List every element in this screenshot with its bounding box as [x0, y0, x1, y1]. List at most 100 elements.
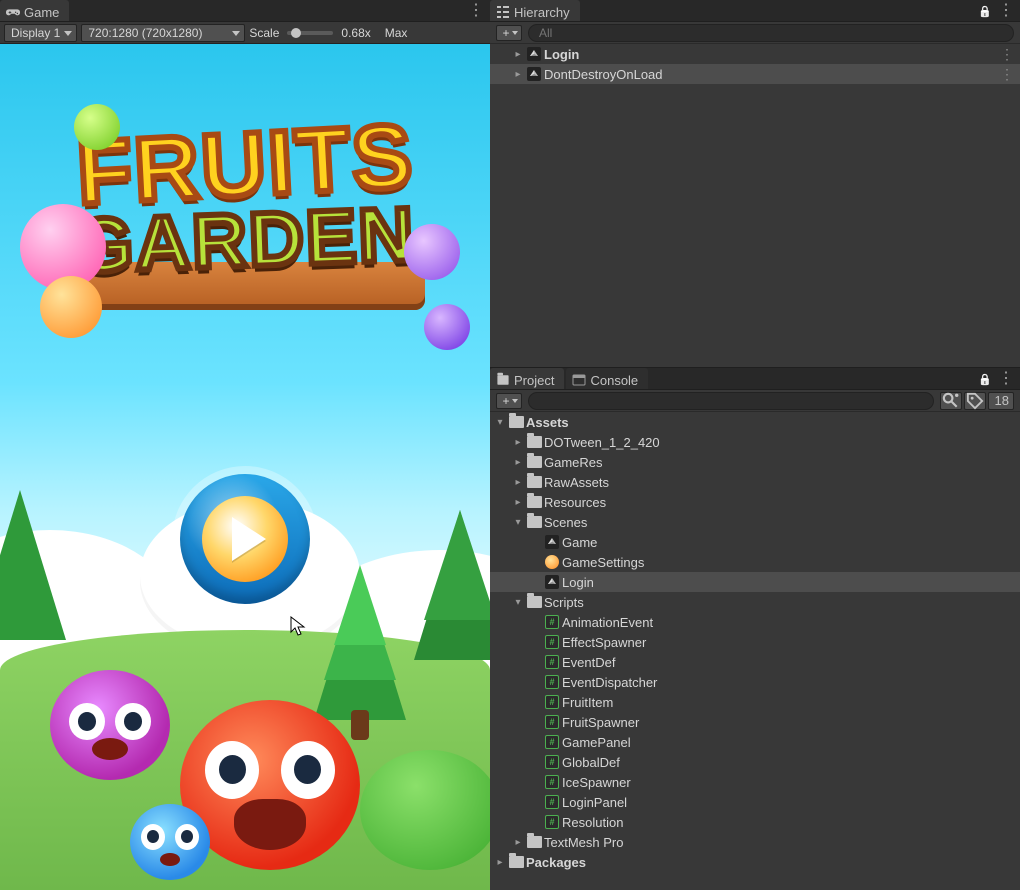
hidden-items-button[interactable]: 18 [988, 392, 1014, 410]
project-item-script[interactable]: EffectSpawner [490, 632, 1020, 652]
project-item-script[interactable]: IceSpawner [490, 772, 1020, 792]
project-item-script[interactable]: LoginPanel [490, 792, 1020, 812]
project-panel-menu-icon[interactable]: ⋮ [998, 371, 1014, 387]
tab-console-label: Console [590, 373, 638, 388]
folder-icon [527, 436, 542, 448]
tree-right [410, 460, 490, 680]
project-item-packages[interactable]: Packages [490, 852, 1020, 872]
folder-icon [527, 516, 542, 528]
character-blueberry [130, 804, 210, 880]
project-item-label: Scripts [544, 595, 584, 610]
project-item-script[interactable]: EventDef [490, 652, 1020, 672]
folder-icon [527, 496, 542, 508]
logo-fruit-purple2 [424, 304, 470, 350]
scale-slider[interactable] [287, 31, 333, 35]
scene-icon [545, 575, 559, 589]
game-panel-menu-icon[interactable]: ⋮ [468, 3, 484, 19]
tab-hierarchy[interactable]: Hierarchy [490, 0, 580, 21]
item-menu-icon[interactable]: ⋮ [1000, 46, 1014, 63]
project-tabbar: Project Console ⋮ [490, 368, 1020, 390]
cursor-icon [290, 616, 306, 636]
project-item-script[interactable]: FruitItem [490, 692, 1020, 712]
csharp-icon [545, 795, 559, 809]
project-item-scene-game[interactable]: Game [490, 532, 1020, 552]
csharp-icon [545, 695, 559, 709]
scene-icon [527, 67, 541, 81]
play-button[interactable] [180, 474, 310, 604]
project-body: + 18 [490, 390, 1020, 890]
hierarchy-search[interactable] [528, 24, 1014, 42]
project-item-gameres[interactable]: GameRes [490, 452, 1020, 472]
item-menu-icon[interactable]: ⋮ [1000, 66, 1014, 83]
hidden-count: 18 [995, 393, 1009, 408]
game-tabbar: Game ⋮ [0, 0, 490, 22]
project-item-script[interactable]: EventDispatcher [490, 672, 1020, 692]
logo-fruit-green [74, 104, 120, 150]
project-item-script[interactable]: Resolution [490, 812, 1020, 832]
bush [360, 750, 490, 870]
project-item-label: Scenes [544, 515, 587, 530]
project-item-scene-login[interactable]: Login [490, 572, 1020, 592]
project-item-textmeshpro[interactable]: TextMesh Pro [490, 832, 1020, 852]
project-item-label: TextMesh Pro [544, 835, 623, 850]
project-item-label: FruitItem [562, 695, 613, 710]
unity-editor-root: Game ⋮ Display 1 720:1280 (720x1280) Sca… [0, 0, 1020, 890]
project-create-dropdown[interactable]: + [496, 393, 522, 409]
lock-icon[interactable] [978, 3, 992, 18]
play-icon [232, 517, 266, 561]
csharp-icon [545, 675, 559, 689]
tab-project[interactable]: Project [490, 368, 564, 389]
project-item-scene-gamesettings[interactable]: GameSettings [490, 552, 1020, 572]
tab-console[interactable]: Console [566, 368, 648, 389]
hierarchy-item-label: DontDestroyOnLoad [544, 67, 663, 82]
hierarchy-item-label: Login [544, 47, 579, 62]
csharp-icon [545, 655, 559, 669]
project-item-dotween[interactable]: DOTween_1_2_420 [490, 432, 1020, 452]
search-by-label-button[interactable] [964, 392, 986, 410]
character-plum [50, 670, 170, 780]
hierarchy-panel-menu-icon[interactable]: ⋮ [998, 3, 1014, 19]
project-item-rawassets[interactable]: RawAssets [490, 472, 1020, 492]
project-item-label: GameSettings [562, 555, 644, 570]
game-toolbar: Display 1 720:1280 (720x1280) Scale 0.68… [0, 22, 490, 44]
project-item-assets[interactable]: Assets [490, 412, 1020, 432]
project-toolbar: + 18 [490, 390, 1020, 412]
lock-icon[interactable] [978, 371, 992, 386]
display-dropdown[interactable]: Display 1 [4, 24, 77, 42]
project-search[interactable] [528, 392, 934, 410]
project-tree: Assets DOTween_1_2_420 GameRes RawAssets… [490, 412, 1020, 890]
resolution-dropdown[interactable]: 720:1280 (720x1280) [81, 24, 245, 42]
project-item-label: IceSpawner [562, 775, 631, 790]
logo-line2: GARDEN [73, 191, 417, 290]
project-item-script[interactable]: AnimationEvent [490, 612, 1020, 632]
hierarchy-icon [496, 5, 510, 19]
hierarchy-item-login[interactable]: Login ⋮ [490, 44, 1020, 64]
hierarchy-tree: Login ⋮ DontDestroyOnLoad ⋮ [490, 44, 1020, 367]
tab-game[interactable]: Game [0, 0, 69, 21]
project-item-script[interactable]: GlobalDef [490, 752, 1020, 772]
folder-icon [527, 596, 542, 608]
project-item-label: EventDef [562, 655, 615, 670]
project-item-script[interactable]: FruitSpawner [490, 712, 1020, 732]
folder-icon [527, 456, 542, 468]
project-item-script[interactable]: GamePanel [490, 732, 1020, 752]
project-item-scenes[interactable]: Scenes [490, 512, 1020, 532]
folder-icon [509, 416, 524, 428]
create-dropdown[interactable]: + [496, 25, 522, 41]
folder-icon [527, 836, 542, 848]
folder-icon [496, 373, 510, 387]
project-search-input[interactable] [539, 394, 927, 408]
hierarchy-item-dontdestroy[interactable]: DontDestroyOnLoad ⋮ [490, 64, 1020, 84]
hierarchy-search-input[interactable] [539, 26, 1007, 40]
project-item-label: GlobalDef [562, 755, 620, 770]
tab-game-label: Game [24, 5, 59, 20]
project-item-label: Assets [526, 415, 569, 430]
right-column: Hierarchy ⋮ + Login ⋮ [490, 0, 1020, 890]
hierarchy-toolbar: + [490, 22, 1020, 44]
search-by-type-button[interactable] [940, 392, 962, 410]
project-item-label: DOTween_1_2_420 [544, 435, 660, 450]
project-item-label: GameRes [544, 455, 603, 470]
project-item-scripts[interactable]: Scripts [490, 592, 1020, 612]
logo-fruit-orange [40, 276, 102, 338]
project-item-resources[interactable]: Resources [490, 492, 1020, 512]
